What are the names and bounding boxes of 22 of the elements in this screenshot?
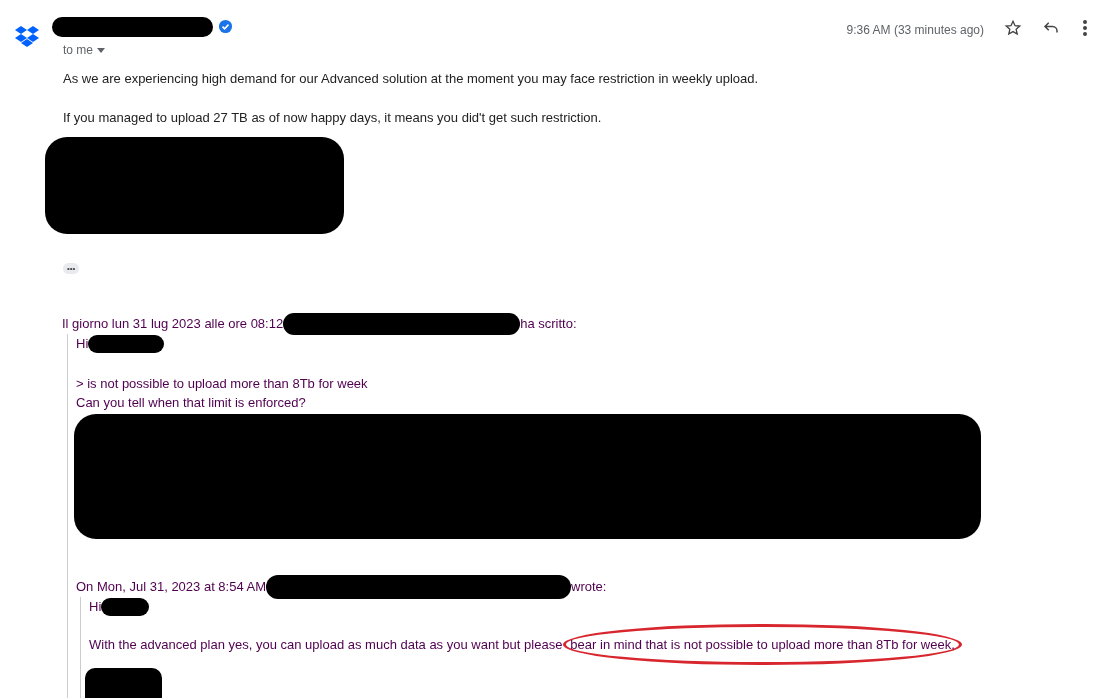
quoted-line: With the advanced plan yes, you can upload as much data as you want but please	[89, 635, 563, 654]
quoted-line: Can you tell when that limit is enforced?	[76, 393, 307, 412]
quoted-line: > is not possible to upload more than 8Tb for week	[76, 374, 369, 393]
star-button[interactable]	[1004, 19, 1022, 37]
quote-header: wrote:	[571, 577, 607, 596]
timestamp: 9:36 AM (33 minutes ago)	[846, 22, 984, 39]
greeting-text: Hi	[89, 597, 102, 616]
message-paragraph: If you managed to upload 27 TB as of now happy days, it means you did't get such restriction.	[63, 109, 603, 127]
star-icon	[1004, 19, 1022, 37]
recipient-label: to me	[63, 42, 93, 59]
quote-header: Il giorno lun 31 lug 2023 alle ore 08:12	[62, 314, 284, 333]
show-trimmed-button[interactable]: •••	[63, 263, 80, 274]
more-button[interactable]	[1082, 19, 1088, 37]
dropdown-caret-icon[interactable]	[97, 47, 105, 53]
greeting-text: Hi	[76, 334, 89, 353]
logo-icon	[14, 26, 40, 48]
redaction-block	[101, 597, 150, 616]
message-paragraph: As we are experiencing high demand for our Advanced solution at the moment you may face restriction in weekly upload.	[63, 70, 760, 88]
quote-header: ha scritto:	[520, 314, 577, 333]
quote-header: On Mon, Jul 31, 2023 at 8:54 AM	[76, 577, 267, 596]
more-icon	[1082, 19, 1088, 37]
highlighted-text: bear in mind that is not possible to upload more than 8Tb for week.	[570, 636, 955, 652]
